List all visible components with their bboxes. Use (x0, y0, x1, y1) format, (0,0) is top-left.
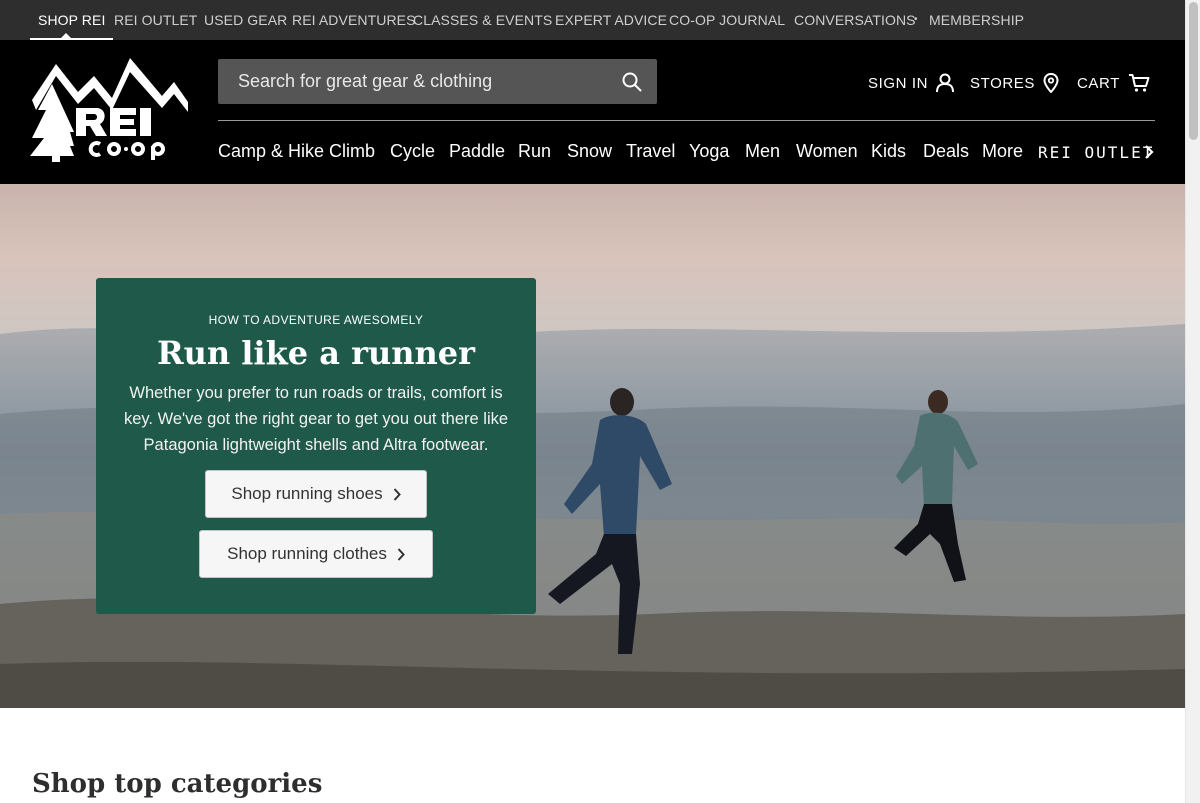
stores-link[interactable]: STORES (970, 70, 1059, 96)
cart-icon (1128, 74, 1150, 92)
promo-headline: Run like a runner (157, 334, 475, 372)
utility-nav-rei-adventures[interactable]: REI ADVENTURES (292, 0, 416, 40)
chevron-right-icon (1145, 145, 1154, 159)
location-pin-icon (1043, 73, 1059, 93)
stores-label: STORES (970, 74, 1036, 92)
search-box (218, 59, 657, 104)
promo-eyebrow: HOW TO ADVENTURE AWESOMELY (208, 313, 424, 327)
category-run[interactable]: Run (518, 141, 551, 162)
category-camp-hike[interactable]: Camp & Hike (218, 141, 324, 162)
rei-coop-logo-icon[interactable] (30, 58, 190, 162)
user-icon (936, 73, 955, 93)
active-indicator (59, 33, 73, 40)
category-women[interactable]: Women (796, 141, 858, 162)
sign-in-link[interactable]: SIGN IN (868, 70, 955, 96)
category-men[interactable]: Men (745, 141, 780, 162)
utility-nav-expert-advice[interactable]: EXPERT ADVICE (555, 0, 667, 40)
chevron-right-icon (397, 547, 405, 561)
chevron-right-icon (393, 487, 401, 501)
shop-running-clothes-button[interactable]: Shop running clothes (199, 530, 433, 578)
category-cycle[interactable]: Cycle (390, 141, 435, 162)
sign-in-label: SIGN IN (868, 74, 929, 92)
nav-separator: • (914, 14, 918, 25)
category-kids[interactable]: Kids (871, 141, 906, 162)
hero-banner: HOW TO ADVENTURE AWESOMELY Run like a ru… (0, 184, 1185, 708)
cart-link[interactable]: CART (1077, 70, 1150, 96)
utility-nav-rei-outlet[interactable]: REI OUTLET (114, 0, 197, 40)
category-climb[interactable]: Climb (329, 141, 375, 162)
promo-body: Whether you prefer to run roads or trail… (123, 384, 509, 454)
shop-running-clothes-label: Shop running clothes (227, 544, 387, 563)
header-divider (218, 120, 1155, 121)
category-travel[interactable]: Travel (626, 141, 675, 162)
rei-outlet-link[interactable]: REI OUTLET (1038, 143, 1154, 162)
search-icon[interactable] (621, 71, 643, 93)
utility-nav: SHOP REI REI OUTLET USED GEAR REI ADVENT… (0, 0, 1185, 40)
search-input[interactable] (218, 59, 608, 104)
shop-running-shoes-button[interactable]: Shop running shoes (205, 470, 427, 518)
cart-label: CART (1077, 74, 1120, 92)
utility-nav-used-gear[interactable]: USED GEAR (204, 0, 287, 40)
category-yoga[interactable]: Yoga (689, 141, 729, 162)
top-categories-title: Shop top categories (32, 769, 323, 799)
utility-nav-coop-journal[interactable]: CO-OP JOURNAL (669, 0, 785, 40)
site-header: SIGN IN STORES CART Camp & Hike Climb Cy… (0, 40, 1185, 184)
shop-running-shoes-label: Shop running shoes (231, 484, 383, 503)
category-deals[interactable]: Deals (923, 141, 969, 162)
category-snow[interactable]: Snow (567, 141, 612, 162)
scrollbar-thumb[interactable] (1189, 2, 1198, 140)
utility-nav-conversations[interactable]: CONVERSATIONS (794, 0, 916, 40)
utility-nav-membership[interactable]: MEMBERSHIP (929, 0, 1024, 40)
page-scrollbar[interactable] (1185, 0, 1200, 803)
category-paddle[interactable]: Paddle (449, 141, 505, 162)
promo-card: HOW TO ADVENTURE AWESOMELY Run like a ru… (96, 278, 536, 614)
category-more[interactable]: More (982, 141, 1023, 162)
utility-nav-classes-events[interactable]: CLASSES & EVENTS (413, 0, 552, 40)
